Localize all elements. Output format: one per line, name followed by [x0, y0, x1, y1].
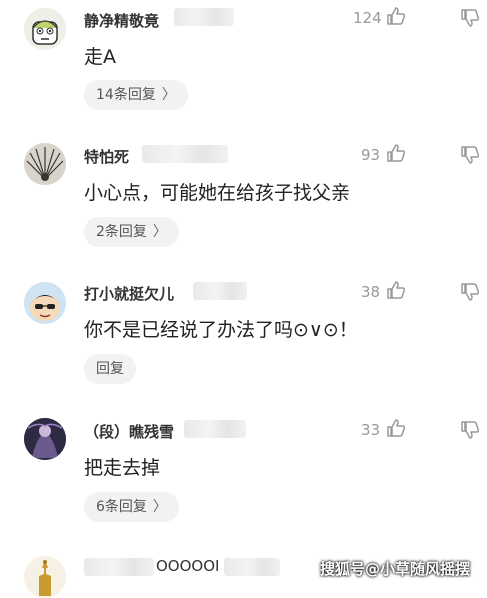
comment-item: 静净精敬竟 124 走A 14条回复〉	[0, 0, 487, 120]
comment-item: （段）瞧残雪 33 把走去掉 6条回复〉	[0, 408, 487, 538]
avatar[interactable]	[24, 143, 66, 185]
comment-text: 把走去掉	[84, 457, 161, 479]
dark-purple-avatar-icon	[24, 418, 66, 460]
blurred-meta	[224, 558, 280, 576]
thumbs-down-icon[interactable]	[460, 8, 480, 28]
comment-author[interactable]: 特怕死	[84, 146, 129, 167]
like-count: 38	[361, 283, 381, 301]
cartoon-boy-avatar-icon	[24, 282, 66, 324]
reply-count-label: 14条回复	[96, 87, 156, 103]
thumbs-up-icon[interactable]	[386, 6, 406, 26]
reply-count-label: 2条回复	[96, 224, 147, 240]
comment-text: 你不是已经说了办法了吗⊙∨⊙！	[84, 319, 358, 341]
comment-author[interactable]: 打小就挺欠儿	[84, 283, 174, 304]
avatar[interactable]	[24, 418, 66, 460]
view-replies-button[interactable]: 14条回复〉	[84, 80, 188, 110]
cartoon-face-avatar-icon	[24, 8, 66, 50]
comment-text: 走A	[84, 46, 116, 68]
thumbs-down-icon[interactable]	[460, 420, 480, 440]
comment-author[interactable]: OOOOOI	[156, 557, 219, 575]
view-replies-button[interactable]: 2条回复〉	[84, 217, 179, 247]
thumbs-up-icon[interactable]	[386, 280, 406, 300]
blurred-meta	[142, 145, 228, 163]
reply-label: 回复	[96, 361, 124, 377]
thumbs-up-icon[interactable]	[386, 143, 406, 163]
thumbs-down-icon[interactable]	[460, 145, 480, 165]
like-count: 33	[361, 421, 381, 439]
reply-button[interactable]: 回复	[84, 354, 136, 384]
comment-item: 特怕死 93 小心点，可能她在给孩子找父亲 2条回复〉	[0, 133, 487, 263]
feather-avatar-icon	[24, 143, 66, 185]
avatar[interactable]	[24, 282, 66, 324]
like-count: 124	[353, 9, 382, 27]
comment-item: 打小就挺欠儿 38 你不是已经说了办法了吗⊙∨⊙！ 回复	[0, 270, 487, 400]
chevron-right-icon: 〉	[161, 87, 176, 103]
comment-author[interactable]: （段）瞧残雪	[84, 421, 174, 442]
view-replies-button[interactable]: 6条回复〉	[84, 492, 179, 522]
avatar[interactable]	[24, 8, 66, 50]
like-count: 93	[361, 146, 381, 164]
thumbs-down-icon[interactable]	[460, 282, 480, 302]
blurred-meta	[174, 8, 234, 26]
blurred-meta	[193, 282, 247, 300]
reply-count-label: 6条回复	[96, 499, 147, 515]
comment-text: 小心点，可能她在给孩子找父亲	[84, 182, 351, 204]
blurred-meta	[184, 420, 246, 438]
avatar[interactable]	[24, 556, 66, 598]
golden-statue-avatar-icon	[24, 556, 66, 598]
thumbs-up-icon[interactable]	[386, 418, 406, 438]
chevron-right-icon: 〉	[152, 224, 167, 240]
chevron-right-icon: 〉	[152, 499, 167, 515]
watermark: 搜狐号@小草随风摇摆	[320, 560, 471, 578]
comment-author[interactable]: 静净精敬竟	[84, 10, 159, 31]
blurred-meta	[84, 558, 154, 576]
